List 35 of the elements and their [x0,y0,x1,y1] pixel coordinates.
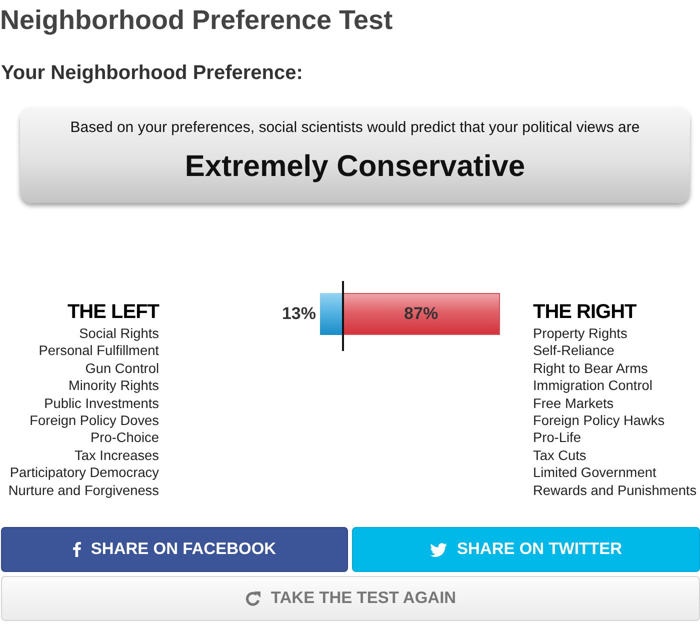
left-column-heading: THE LEFT [67,301,159,323]
left-value-label: Pro-Choice [90,429,159,447]
right-value-label: Free Markets [533,394,614,412]
left-value-label: Minority Rights [68,377,159,395]
left-value-label: Gun Control [85,360,159,378]
left-value-label: Tax Increases [74,446,159,464]
facebook-icon [72,542,81,558]
bird-icon [430,542,447,557]
result-intro-text: Based on your preferences, social scientists would predict that your political views are [70,119,640,137]
retake-test-button[interactable]: TAKE THE TEST AGAIN [1,576,700,622]
right-value-label: Pro-Life [533,429,581,447]
result-verdict: Extremely Conservative [184,150,526,184]
page-title: Neighborhood Preference Test [0,4,393,36]
left-value-label: Nurture and Forgiveness [8,482,159,500]
right-value-label: Immigration Control [533,377,652,395]
marker-line [342,281,344,351]
left-value-label: Personal Fulfillment [38,342,159,360]
left-percent-reading: 13% [280,303,316,325]
section-heading: Your Neighborhood Preference: [1,61,303,85]
right-value-label: Foreign Policy Hawks [533,412,665,430]
right-value-label: Rewards and Punishments [533,482,697,500]
right-column-heading: THE RIGHT [533,301,636,323]
left-value-label: Participatory Democracy [10,464,159,482]
left-value-label: Public Investments [44,394,159,412]
refresh-icon [244,590,261,607]
left-value-label: Social Rights [79,325,159,342]
share-twitter-button[interactable]: SHARE ON TWITTER [352,527,700,572]
right-value-label: Tax Cuts [533,446,586,464]
share-facebook-button[interactable]: SHARE ON FACEBOOK [1,527,348,572]
left-value-label: Foreign Policy Doves [30,412,159,430]
right-value-label: Right to Bear Arms [533,360,648,378]
right-value-label: Property Rights [533,325,628,342]
right-value-label: Self-Reliance [533,342,614,360]
right-percent-reading: 87% [404,304,438,324]
right-value-label: Limited Government [533,464,656,482]
